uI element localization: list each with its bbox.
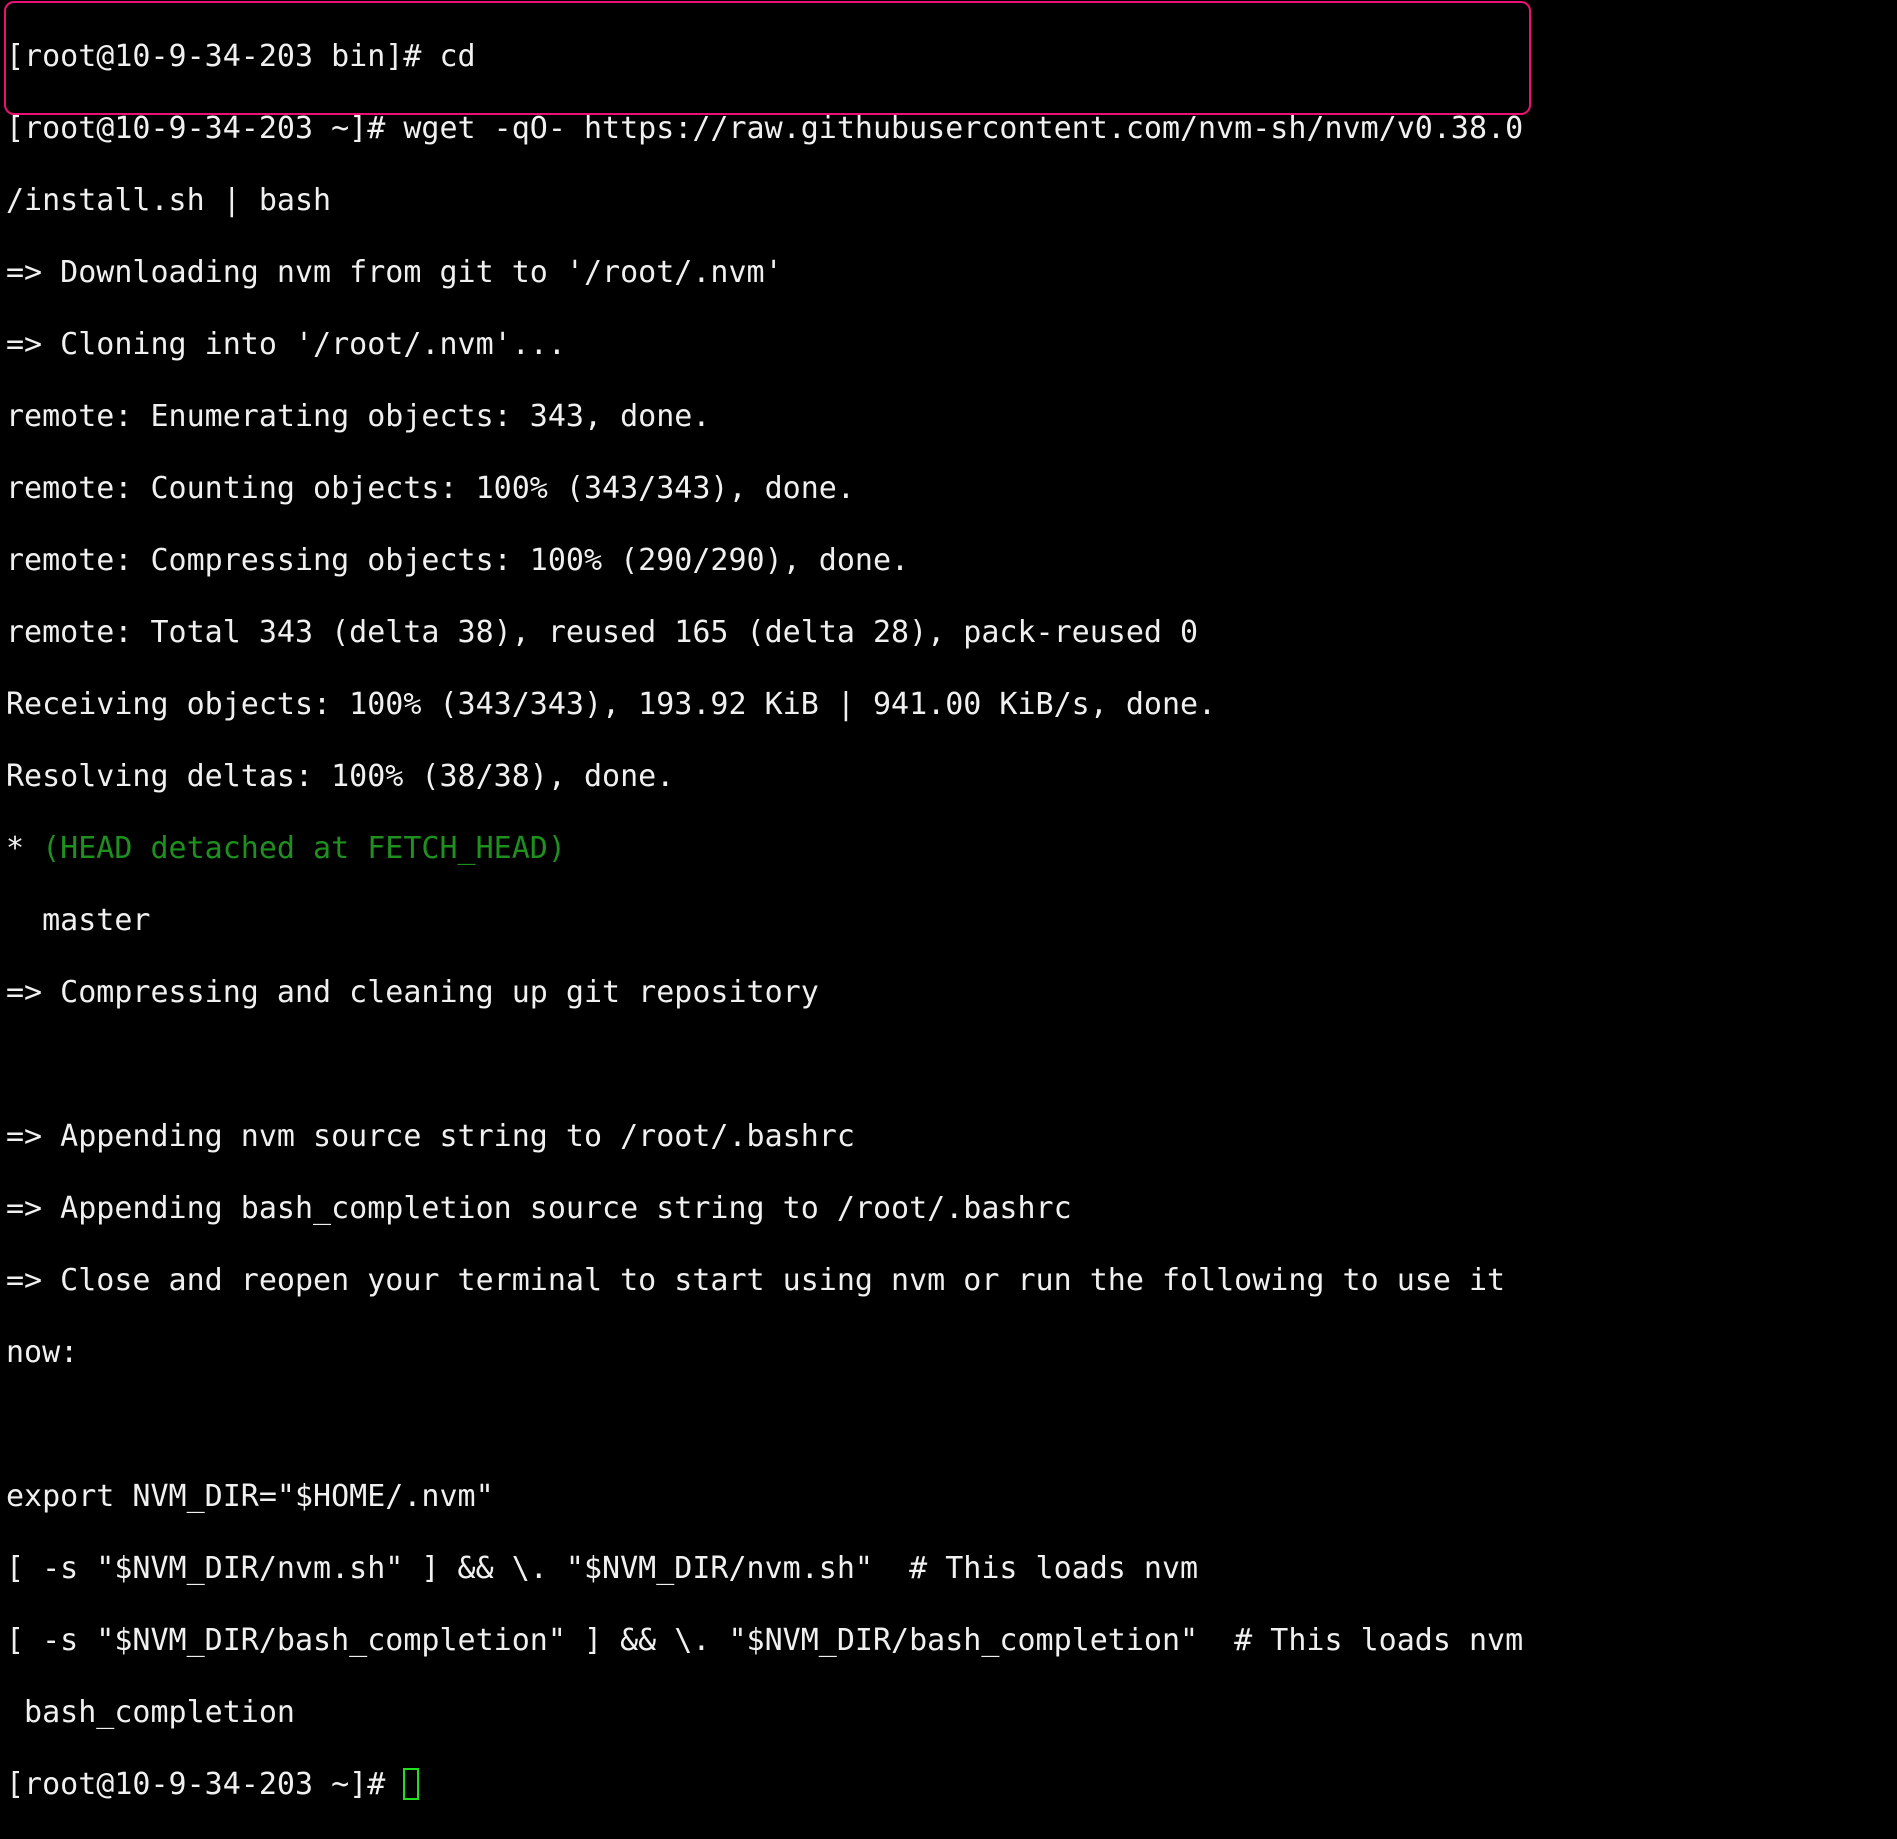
terminal-line: now: [6, 1335, 79, 1370]
cursor-icon [403, 1767, 420, 1800]
terminal-line: * (HEAD detached at FETCH_HEAD) [6, 831, 1523, 867]
terminal-line: [ -s "$NVM_DIR/nvm.sh" ] && \. "$NVM_DIR… [6, 1551, 1199, 1586]
terminal-line: => Compressing and cleaning up git repos… [6, 975, 819, 1010]
terminal-line: [root@10-9-34-203 bin]# cd [6, 39, 476, 74]
prompt: [root@10-9-34-203 ~]# [6, 1767, 404, 1802]
terminal-line: remote: Total 343 (delta 38), reused 165… [6, 615, 1199, 650]
terminal-line: /install.sh | bash [6, 183, 332, 218]
terminal-line: Resolving deltas: 100% (38/38), done. [6, 759, 675, 794]
terminal-line: Receiving objects: 100% (343/343), 193.9… [6, 687, 1217, 722]
terminal-line: remote: Enumerating objects: 343, done. [6, 399, 711, 434]
head-detached-branch: (HEAD detached at FETCH_HEAD) [42, 831, 566, 866]
terminal-line: bash_completion [6, 1695, 295, 1730]
terminal-line: => Downloading nvm from git to '/root/.n… [6, 255, 783, 290]
terminal-line: remote: Compressing objects: 100% (290/2… [6, 543, 910, 578]
prompt-line[interactable]: [root@10-9-34-203 ~]# [6, 1767, 1523, 1803]
terminal-line: => Close and reopen your terminal to sta… [6, 1263, 1506, 1298]
terminal-line: => Cloning into '/root/.nvm'... [6, 327, 566, 362]
terminal-line: remote: Counting objects: 100% (343/343)… [6, 471, 855, 506]
terminal-line: master [6, 903, 151, 938]
terminal-line: [root@10-9-34-203 ~]# wget -qO- https://… [6, 111, 1524, 146]
terminal-output[interactable]: [root@10-9-34-203 bin]# cd [root@10-9-34… [6, 3, 1523, 1839]
terminal-line: => Appending bash_completion source stri… [6, 1191, 1072, 1226]
terminal-line: export NVM_DIR="$HOME/.nvm" [6, 1479, 494, 1514]
terminal-line: [ -s "$NVM_DIR/bash_completion" ] && \. … [6, 1623, 1524, 1658]
terminal-line: => Appending nvm source string to /root/… [6, 1119, 855, 1154]
branch-marker: * [6, 831, 43, 866]
